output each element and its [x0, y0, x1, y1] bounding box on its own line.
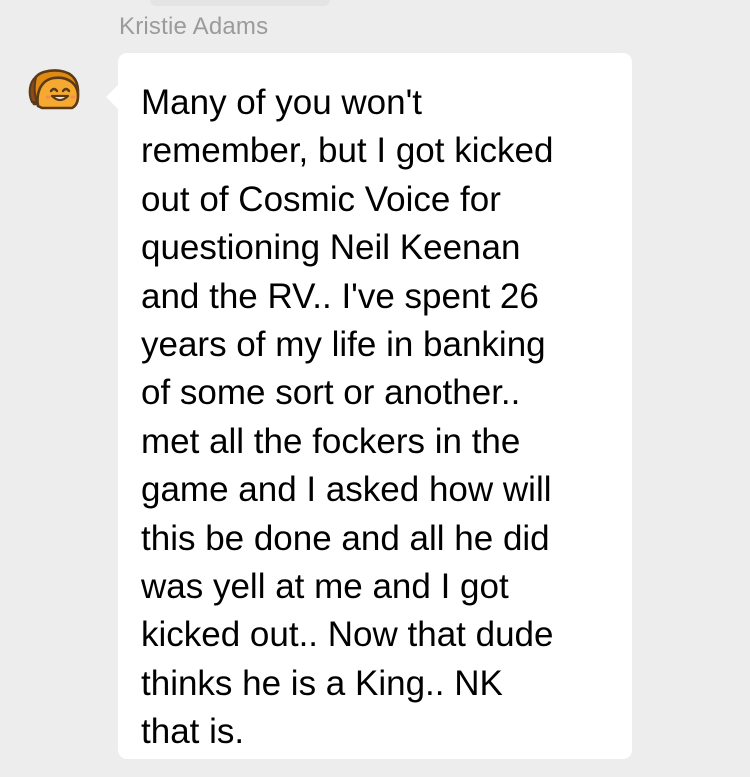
bubble-tail [106, 85, 118, 109]
sender-name: Kristie Adams [119, 13, 269, 40]
smiling-taco-sticker-icon [28, 69, 80, 110]
sender-avatar[interactable] [24, 64, 84, 114]
previous-message-edge [150, 0, 330, 6]
message-text: Many of you won't remember, but I got ki… [141, 83, 554, 752]
message-bubble[interactable]: Many of you won't remember, but I got ki… [106, 53, 632, 759]
